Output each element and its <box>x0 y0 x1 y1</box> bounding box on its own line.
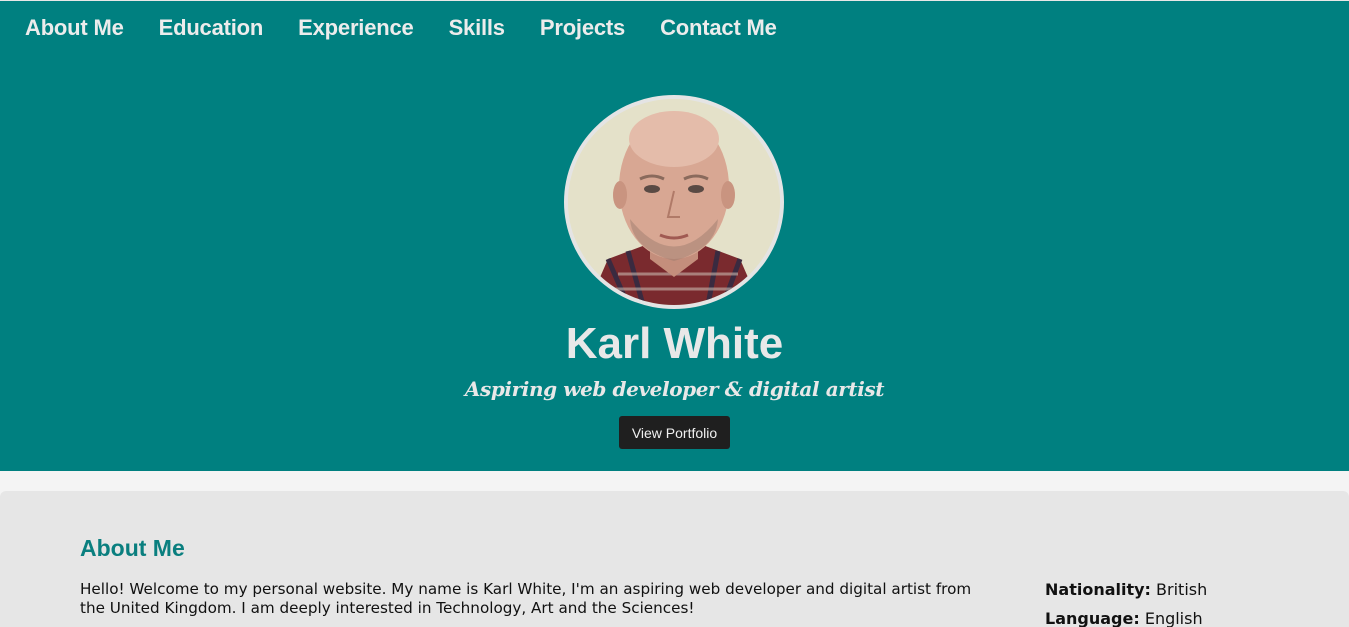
fact-nationality: Nationality: British <box>1045 580 1207 609</box>
fact-label: Language: <box>1045 609 1140 627</box>
fact-label: Nationality: <box>1045 580 1151 599</box>
profile-tagline: Aspiring web developer & digital artist <box>464 377 885 401</box>
about-me-heading: About Me <box>80 535 185 561</box>
personal-facts: Nationality: British Language: English <box>1045 580 1207 627</box>
about-me-paragraph: Hello! Welcome to my personal website. M… <box>80 580 972 617</box>
fact-language: Language: English <box>1045 609 1207 627</box>
profile-photo <box>564 95 784 309</box>
profile-name: Karl White <box>565 319 784 368</box>
fact-value: English <box>1144 609 1203 627</box>
nav-link-about-me[interactable]: About Me <box>25 15 124 41</box>
nav-link-projects[interactable]: Projects <box>540 15 625 41</box>
hero-banner: About Me Education Experience Skills Pro… <box>0 0 1349 471</box>
fact-value: British <box>1156 580 1208 599</box>
nav-link-experience[interactable]: Experience <box>298 15 414 41</box>
nav-link-skills[interactable]: Skills <box>449 15 505 41</box>
nav-link-contact-me[interactable]: Contact Me <box>660 15 777 41</box>
nav-link-education[interactable]: Education <box>159 15 264 41</box>
view-portfolio-button[interactable]: View Portfolio <box>619 416 730 449</box>
about-me-section: About Me Hello! Welcome to my personal w… <box>0 491 1349 627</box>
top-nav: About Me Education Experience Skills Pro… <box>0 1 812 55</box>
